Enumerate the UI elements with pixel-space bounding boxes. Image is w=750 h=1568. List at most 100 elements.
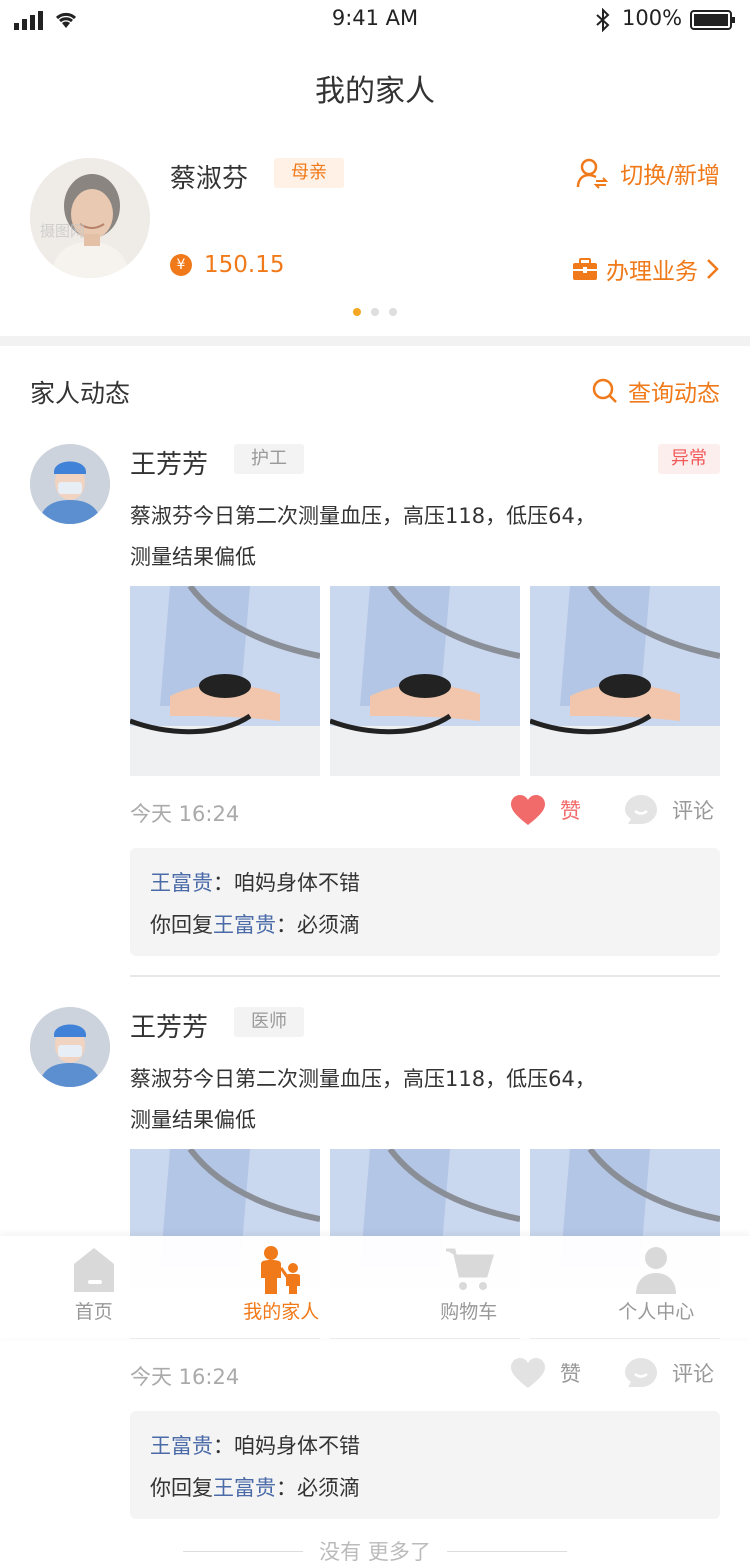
switch-user-icon — [577, 158, 609, 189]
reply-line: 你回复王富贵：必须滴 — [150, 904, 700, 946]
family-member-name: 蔡淑芬 — [170, 164, 249, 194]
status-bar: 9:41 AM 100% — [0, 0, 750, 40]
reply-text: ：必须滴 — [276, 1476, 360, 1500]
handle-business-button[interactable]: 办理业务 — [572, 252, 720, 286]
heart-icon — [511, 1358, 545, 1388]
end-of-list: 没有 更多了 — [0, 1536, 750, 1566]
bluetooth-icon — [596, 8, 610, 32]
section-divider — [0, 336, 750, 346]
comment-icon — [625, 1358, 657, 1387]
feed-photo[interactable] — [130, 586, 320, 776]
reply-box: 王富贵：咱妈身体不错 你回复王富贵：必须滴 — [130, 1411, 720, 1519]
chevron-right-icon — [707, 259, 719, 279]
feed-content-line: 测量结果偏低 — [130, 1108, 256, 1132]
tab-shopping-cart[interactable]: 购物车 — [375, 1236, 563, 1338]
commenter-name-link[interactable]: 王富贵 — [150, 1434, 213, 1458]
nurse-portrait — [30, 444, 110, 524]
tab-label: 购物车 — [440, 1301, 498, 1323]
carousel-dot[interactable] — [353, 308, 361, 316]
like-button[interactable]: 赞 — [510, 1357, 581, 1389]
photo-grid — [130, 586, 720, 776]
tab-personal-center[interactable]: 个人中心 — [563, 1236, 750, 1338]
switch-add-button[interactable]: 切换/新增 — [576, 156, 720, 190]
heart-icon — [511, 795, 545, 825]
family-icon — [261, 1246, 301, 1294]
feed-content: 蔡淑芬今日第二次测量血压，高压118，低压64， 测量结果偏低 — [130, 1059, 690, 1141]
reply-prefix: 你回复 — [150, 1476, 213, 1500]
carousel-dot[interactable] — [389, 308, 397, 316]
tab-home[interactable]: 首页 — [0, 1236, 188, 1338]
briefcase-icon — [573, 258, 597, 280]
reply-text: ：必须滴 — [276, 913, 360, 937]
tab-label: 首页 — [74, 1301, 113, 1323]
commenter-name-link[interactable]: 王富贵 — [213, 913, 276, 937]
reply-line: 你回复王富贵：必须滴 — [150, 1467, 700, 1509]
elderly-woman-portrait: 摄图网 — [30, 158, 150, 278]
comment-label: 评论 — [672, 799, 714, 823]
battery-icon — [690, 10, 735, 30]
bottom-tab-bar: 首页 我的家人 购物车 个人中心 — [0, 1236, 750, 1338]
like-label: 赞 — [560, 799, 581, 823]
reply-box: 王富贵：咱妈身体不错 你回复王富贵：必须滴 — [130, 848, 720, 956]
carousel-indicator — [0, 308, 750, 316]
home-icon — [73, 1248, 114, 1292]
tab-label: 个人中心 — [618, 1301, 695, 1323]
abnormal-status-badge: 异常 — [658, 444, 720, 474]
battery-percent: 100% — [622, 6, 683, 30]
role-badge: 医师 — [234, 1007, 304, 1037]
feed-photo[interactable] — [330, 586, 520, 776]
commenter-name-link[interactable]: 王富贵 — [150, 871, 213, 895]
post-timestamp: 今天 16:24 — [130, 802, 240, 826]
comment-button[interactable]: 评论 — [624, 1357, 714, 1389]
blood-pressure-photo — [330, 586, 520, 776]
feed-content-line: 蔡淑芬今日第二次测量血压，高压118，低压64， — [130, 504, 596, 528]
reply-prefix: 你回复 — [150, 913, 213, 937]
page-title: 我的家人 — [315, 74, 435, 109]
reply-text: ：咱妈身体不错 — [213, 1434, 360, 1458]
handle-business-label: 办理业务 — [606, 259, 698, 285]
feed-content-line: 测量结果偏低 — [130, 545, 256, 569]
post-timestamp: 今天 16:24 — [130, 1365, 240, 1389]
nurse-portrait — [30, 1007, 110, 1087]
section-title: 家人动态 — [30, 379, 131, 408]
reply-text: ：咱妈身体不错 — [213, 871, 360, 895]
balance-amount: 150.15 — [204, 252, 285, 278]
user-icon — [636, 1247, 677, 1294]
author-avatar[interactable] — [30, 444, 110, 524]
author-name: 王芳芳 — [130, 1013, 209, 1043]
comment-icon — [625, 795, 657, 824]
cart-icon — [445, 1248, 494, 1290]
role-badge: 护工 — [234, 444, 304, 474]
blood-pressure-photo — [130, 586, 320, 776]
tab-label: 我的家人 — [243, 1301, 320, 1323]
reply-line: 王富贵：咱妈身体不错 — [150, 862, 700, 904]
carousel-dot[interactable] — [371, 308, 379, 316]
author-name: 王芳芳 — [130, 450, 209, 480]
tab-my-family[interactable]: 我的家人 — [188, 1236, 376, 1338]
yuan-coin-icon: ¥ — [170, 254, 192, 276]
balance: ¥ 150.15 — [170, 252, 284, 278]
feed-content: 蔡淑芬今日第二次测量血压，高压118，低压64， 测量结果偏低 — [130, 496, 690, 578]
like-label: 赞 — [560, 1362, 581, 1386]
search-icon — [592, 378, 617, 403]
feed-separator — [130, 975, 720, 977]
end-of-list-text: 没有 更多了 — [319, 1540, 431, 1564]
svg-text:摄图网: 摄图网 — [40, 222, 85, 240]
comment-label: 评论 — [672, 1362, 714, 1386]
avatar[interactable]: 摄图网 — [30, 158, 150, 278]
blood-pressure-photo — [530, 586, 720, 776]
reply-line: 王富贵：咱妈身体不错 — [150, 1425, 700, 1467]
end-divider-line — [446, 1550, 567, 1552]
switch-add-label: 切换/新增 — [620, 163, 720, 189]
profile-card: 摄图网 蔡淑芬 母亲 切换/新增 ¥ 150.15 办理业务 — [0, 140, 750, 330]
comment-button[interactable]: 评论 — [624, 794, 714, 826]
feed-content-line: 蔡淑芬今日第二次测量血压，高压118，低压64， — [130, 1067, 596, 1091]
query-activity-button[interactable]: 查询动态 — [592, 374, 720, 408]
query-activity-label: 查询动态 — [628, 381, 720, 407]
end-divider-line — [183, 1550, 304, 1552]
commenter-name-link[interactable]: 王富贵 — [213, 1476, 276, 1500]
author-avatar[interactable] — [30, 1007, 110, 1087]
relation-badge: 母亲 — [274, 158, 344, 188]
like-button[interactable]: 赞 — [510, 794, 581, 826]
feed-photo[interactable] — [530, 586, 720, 776]
